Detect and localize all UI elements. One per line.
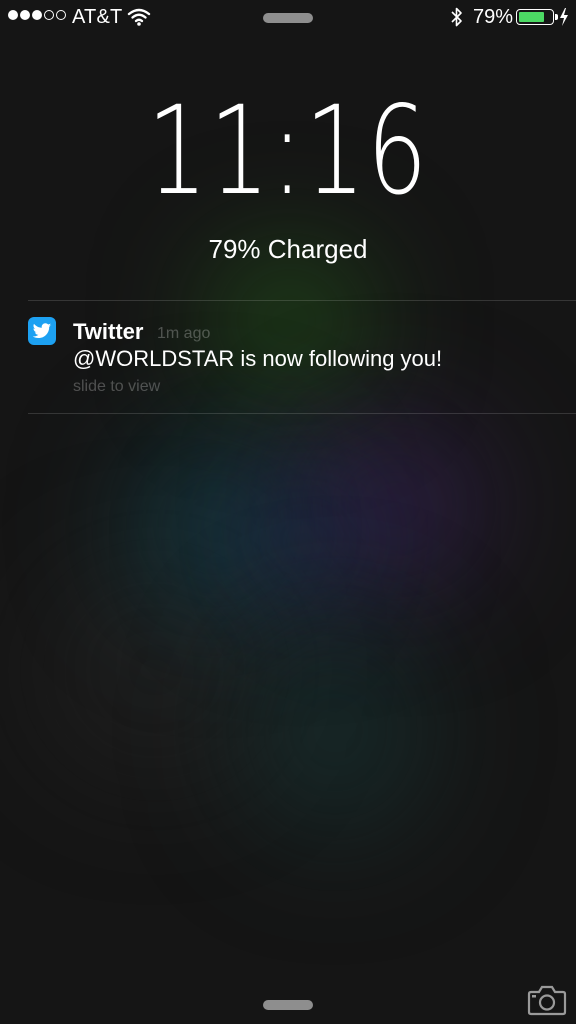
notification-divider — [28, 300, 576, 301]
signal-dot — [20, 10, 30, 20]
notification-message: @WORLDSTAR is now following you! — [73, 346, 443, 371]
signal-dot — [32, 10, 42, 20]
wallpaper-blur — [240, 620, 430, 840]
bluetooth-icon — [450, 6, 464, 34]
signal-dot — [8, 10, 18, 20]
notification-slide-hint: slide to view — [73, 378, 161, 395]
charging-bolt-icon — [559, 8, 569, 32]
notification-time: 1m ago — [157, 325, 211, 342]
wifi-icon — [127, 7, 151, 33]
battery-percentage: 79% — [473, 6, 514, 28]
signal-strength-icon — [8, 10, 66, 20]
lock-screen: AT&T 79% 11:16 79% Charged Twitter 1m ag… — [0, 0, 576, 1024]
notification-app-name: Twitter — [73, 319, 144, 344]
notification-divider — [28, 413, 576, 414]
signal-dot — [56, 10, 66, 20]
lock-screen-time: 11:16 — [146, 80, 430, 222]
signal-dot — [44, 10, 54, 20]
battery-icon — [516, 9, 554, 25]
control-center-grabber[interactable] — [263, 1000, 313, 1010]
charge-status: 79% Charged — [208, 234, 368, 264]
battery-nub — [555, 14, 558, 20]
battery-level-fill — [519, 12, 545, 22]
carrier-name: AT&T — [72, 6, 123, 28]
twitter-bird-icon — [28, 317, 56, 345]
camera-icon[interactable] — [527, 984, 567, 1021]
notification-center-grabber[interactable] — [263, 13, 313, 23]
status-bar: AT&T 79% — [0, 0, 576, 36]
wallpaper-blur — [230, 480, 380, 600]
